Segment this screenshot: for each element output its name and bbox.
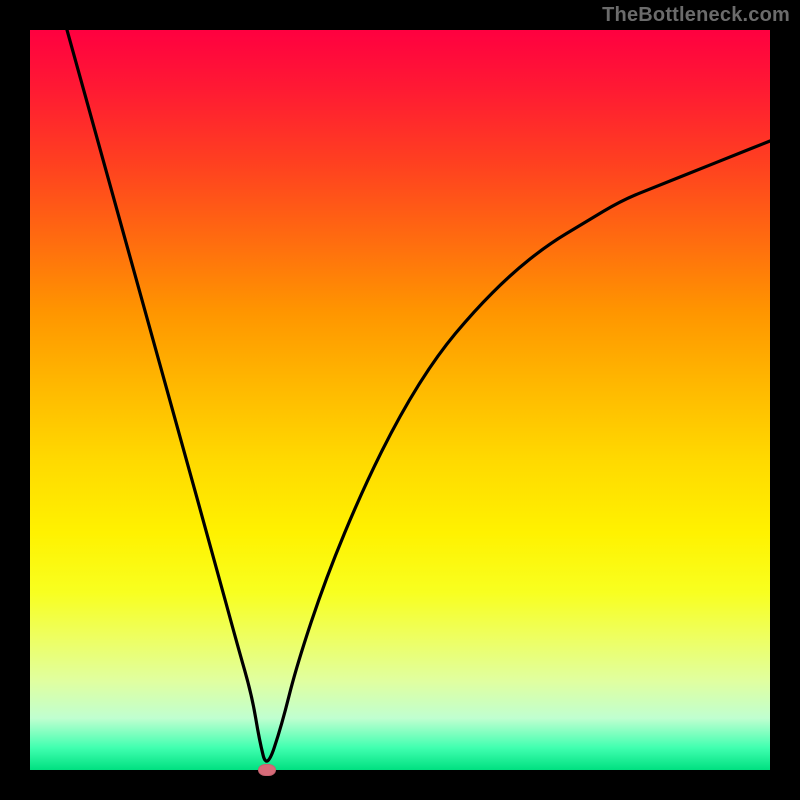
plot-area — [30, 30, 770, 770]
chart-frame: TheBottleneck.com — [0, 0, 800, 800]
min-point-marker — [258, 764, 276, 776]
bottleneck-curve — [67, 30, 770, 761]
curve-svg — [30, 30, 770, 770]
watermark-text: TheBottleneck.com — [602, 4, 790, 27]
